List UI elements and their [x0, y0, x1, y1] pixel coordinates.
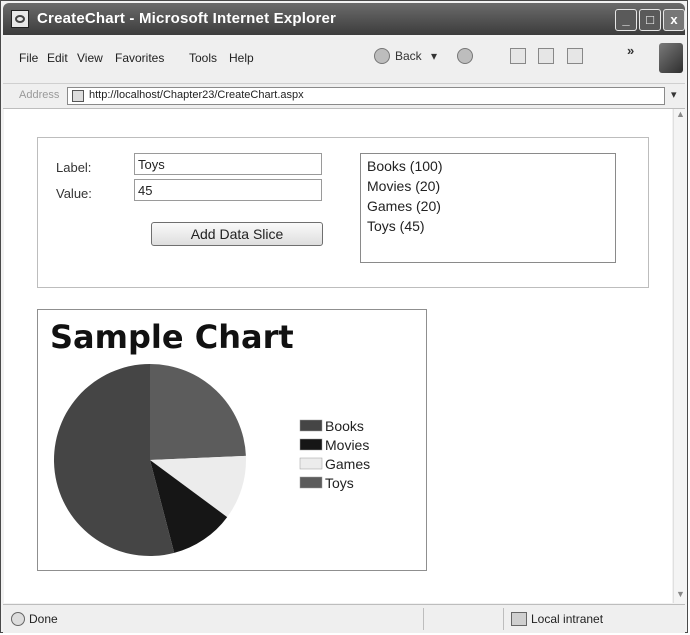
- scroll-down-icon[interactable]: ▼: [674, 589, 687, 603]
- legend-swatch-games: [299, 457, 323, 470]
- back-button-label[interactable]: Back: [395, 49, 422, 63]
- data-entry-panel: Label: Value: Add Data Slice Books (100)…: [37, 137, 649, 288]
- status-text: Done: [29, 612, 58, 626]
- address-bar: Address http://localhost/Chapter23/Creat…: [3, 84, 685, 109]
- home-icon[interactable]: [567, 48, 583, 64]
- menu-edit[interactable]: Edit: [47, 51, 68, 65]
- menu-view[interactable]: View: [77, 51, 103, 65]
- legend-label-toys: Toys: [325, 475, 354, 491]
- legend-swatch-books: [299, 419, 323, 432]
- list-item[interactable]: Games (20): [367, 196, 609, 216]
- add-data-slice-button[interactable]: Add Data Slice: [151, 222, 323, 246]
- close-button[interactable]: x: [663, 9, 685, 31]
- list-item[interactable]: Toys (45): [367, 216, 609, 236]
- toolbar-overflow-chevron[interactable]: »: [627, 43, 634, 58]
- legend-swatch-movies: [299, 438, 323, 451]
- menu-file[interactable]: File: [19, 51, 38, 65]
- value-caption: Value:: [56, 186, 92, 201]
- chart-image: Sample Chart Books Movies Games Toys: [37, 309, 427, 571]
- windows-logo-icon: [659, 43, 683, 73]
- window-title: CreateChart - Microsoft Internet Explore…: [37, 10, 337, 27]
- scroll-up-icon[interactable]: ▲: [674, 109, 687, 123]
- page-icon: [72, 90, 84, 102]
- list-item[interactable]: Movies (20): [367, 176, 609, 196]
- menu-bar: File Edit View Favorites Tools Help Back…: [3, 37, 685, 84]
- legend-label-movies: Movies: [325, 437, 369, 453]
- label-input[interactable]: [134, 153, 322, 175]
- zone-text: Local intranet: [531, 612, 604, 626]
- title-bar[interactable]: CreateChart - Microsoft Internet Explore…: [3, 3, 685, 35]
- vertical-scrollbar[interactable]: ▲ ▼: [673, 109, 687, 603]
- back-arrow-icon[interactable]: [374, 48, 390, 64]
- menu-favorites[interactable]: Favorites: [115, 51, 164, 65]
- maximize-button[interactable]: □: [639, 9, 661, 31]
- page-content: Label: Value: Add Data Slice Books (100)…: [4, 109, 672, 603]
- menu-help[interactable]: Help: [229, 51, 254, 65]
- ie-app-icon: [11, 10, 29, 28]
- intranet-zone-icon: [511, 612, 527, 626]
- legend-label-books: Books: [325, 418, 364, 434]
- chevron-down-icon[interactable]: ▾: [431, 49, 437, 63]
- label-caption: Label:: [56, 160, 92, 175]
- address-dropdown-icon[interactable]: ▾: [671, 88, 677, 101]
- legend-swatch-toys: [299, 476, 323, 489]
- browser-window: CreateChart - Microsoft Internet Explore…: [0, 0, 688, 633]
- menu-tools[interactable]: Tools: [189, 51, 217, 65]
- legend-label-games: Games: [325, 456, 370, 472]
- stop-icon[interactable]: [510, 48, 526, 64]
- refresh-icon[interactable]: [538, 48, 554, 64]
- status-bar: Done Local intranet: [3, 604, 685, 633]
- address-label: Address: [19, 89, 60, 101]
- status-divider: [423, 608, 424, 630]
- list-item[interactable]: Books (100): [367, 156, 609, 176]
- status-divider: [503, 608, 504, 630]
- pie-chart: Books Movies Games Toys: [53, 364, 370, 556]
- slice-listbox[interactable]: Books (100) Movies (20) Games (20) Toys …: [360, 153, 616, 263]
- address-input[interactable]: http://localhost/Chapter23/CreateChart.a…: [67, 87, 665, 105]
- address-url[interactable]: http://localhost/Chapter23/CreateChart.a…: [89, 89, 304, 101]
- page-done-icon: [11, 612, 25, 626]
- value-input[interactable]: [134, 179, 322, 201]
- minimize-button[interactable]: _: [615, 9, 637, 31]
- pie-slice-toys: [150, 364, 246, 460]
- forward-arrow-icon[interactable]: [457, 48, 473, 64]
